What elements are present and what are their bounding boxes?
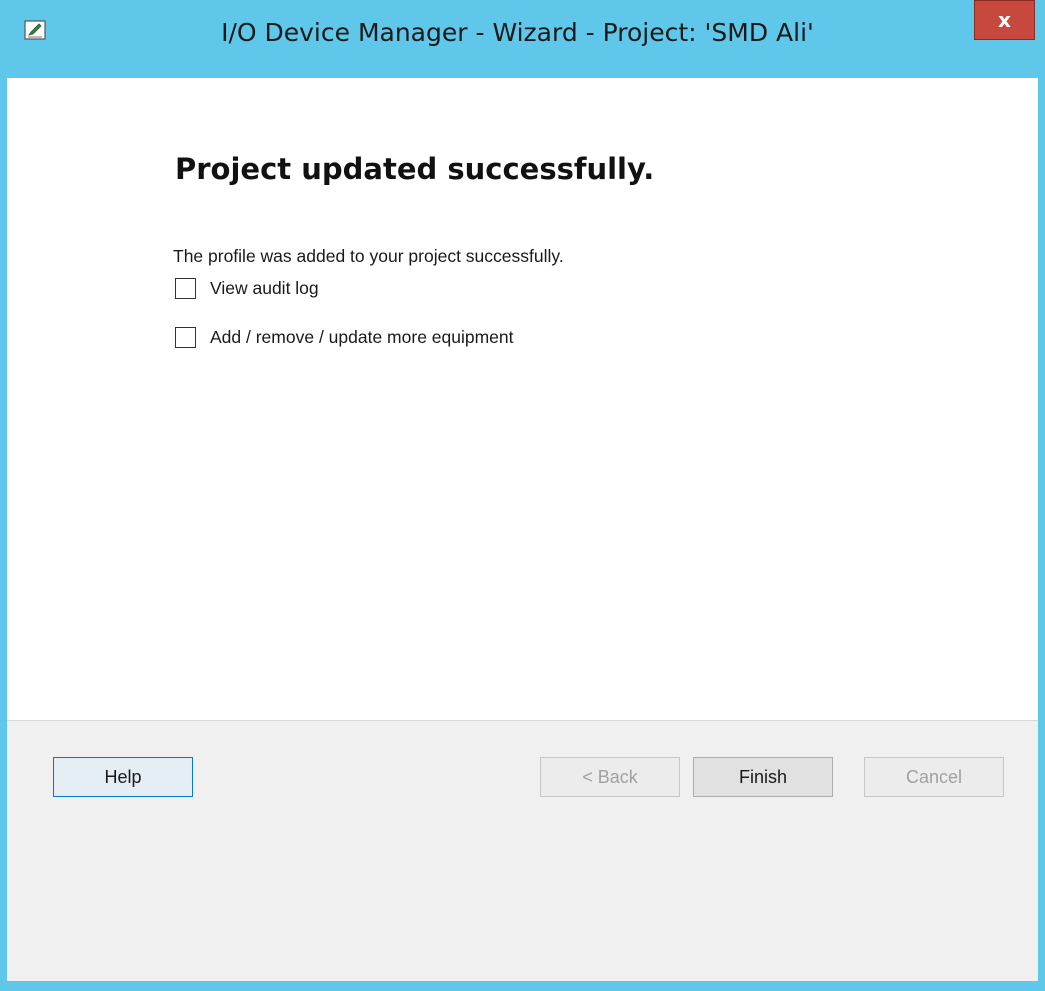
view-audit-log-label[interactable]: View audit log [210, 278, 319, 299]
button-bar: Help < Back Finish Cancel [7, 720, 1038, 981]
close-button[interactable]: x [974, 0, 1035, 40]
close-icon: x [998, 8, 1011, 32]
view-audit-log-checkbox[interactable] [175, 278, 196, 299]
wizard-content: Project updated successfully. The profil… [7, 78, 1038, 720]
title-bar[interactable]: I/O Device Manager - Wizard - Project: '… [0, 0, 1045, 78]
help-button[interactable]: Help [53, 757, 193, 797]
update-more-equipment-option[interactable]: Add / remove / update more equipment [175, 327, 514, 348]
cancel-button: Cancel [864, 757, 1004, 797]
update-more-equipment-label[interactable]: Add / remove / update more equipment [210, 327, 514, 348]
view-audit-log-option[interactable]: View audit log [175, 278, 319, 299]
window-title: I/O Device Manager - Wizard - Project: '… [221, 18, 814, 47]
wizard-window: I/O Device Manager - Wizard - Project: '… [0, 0, 1045, 991]
status-message: The profile was added to your project su… [173, 246, 564, 266]
back-button: < Back [540, 757, 680, 797]
page-title: Project updated successfully. [175, 152, 655, 186]
update-more-equipment-checkbox[interactable] [175, 327, 196, 348]
window-bottom-border [0, 981, 1045, 991]
finish-button[interactable]: Finish [693, 757, 833, 797]
